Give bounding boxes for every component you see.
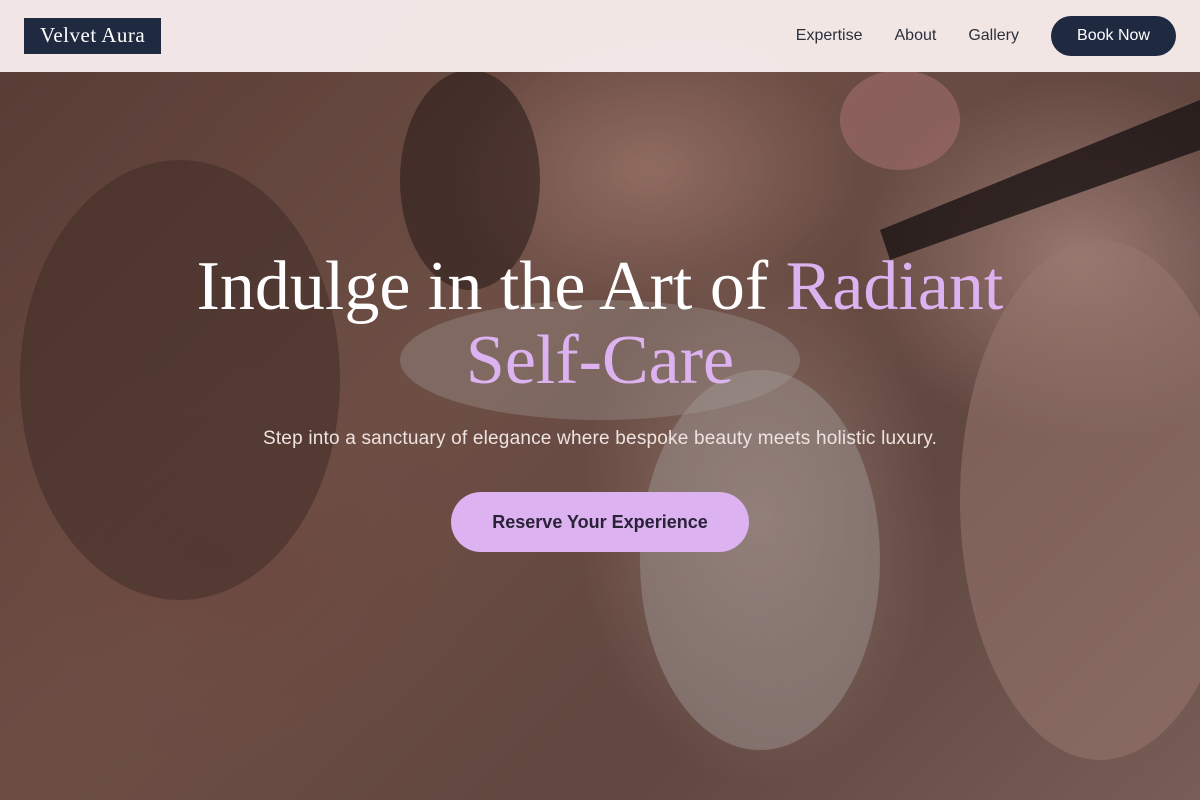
hero-title-main: Indulge in the Art of	[196, 248, 769, 325]
nav-link-expertise[interactable]: Expertise	[796, 27, 863, 45]
hero-title: Indulge in the Art of Radiant Self-Care	[150, 250, 1050, 398]
top-navbar: Velvet Aura Expertise About Gallery Book…	[0, 0, 1200, 72]
hero-section: Indulge in the Art of Radiant Self-Care …	[0, 250, 1200, 552]
reserve-experience-button[interactable]: Reserve Your Experience	[451, 492, 749, 552]
nav-link-gallery[interactable]: Gallery	[968, 27, 1019, 45]
hero-subtitle: Step into a sanctuary of elegance where …	[262, 428, 938, 449]
brand-logo[interactable]: Velvet Aura	[24, 18, 162, 54]
nav-link-about[interactable]: About	[895, 27, 937, 45]
nav-menu: Expertise About Gallery Book Now	[796, 16, 1176, 56]
book-now-button[interactable]: Book Now	[1051, 16, 1176, 56]
